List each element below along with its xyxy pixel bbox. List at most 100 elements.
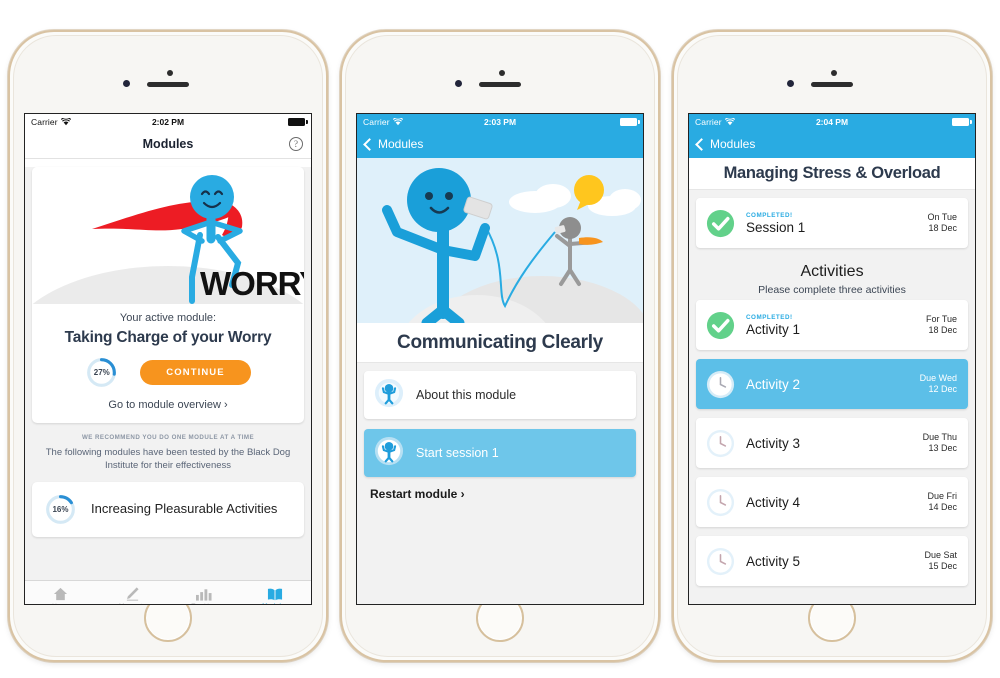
nav-bar-1: Modules ? — [25, 130, 311, 159]
tab-tracking[interactable]: Tracking — [168, 586, 240, 605]
modules-list-body: WORRY Your active module: Taking Charge … — [25, 167, 312, 605]
clock-icon — [705, 546, 736, 577]
activity-row[interactable]: Activity 3 Due Thu 13 Dec — [696, 418, 968, 468]
continue-button[interactable]: CONTINUE — [140, 360, 251, 385]
module-title-bar: Managing Stress & Overload — [689, 158, 975, 190]
chevron-left-icon[interactable] — [695, 137, 708, 151]
recommendation-note: WE RECOMMEND YOU DO ONE MODULE AT A TIME — [81, 434, 255, 441]
activity-texts: Activity 4 — [746, 495, 927, 510]
earpiece-speaker-1 — [147, 82, 189, 87]
activity-due-line1: Due Wed — [919, 372, 957, 383]
start-session-label: Start session 1 — [416, 446, 499, 460]
pencil-icon — [125, 586, 140, 601]
activity-row[interactable]: Activity 2 Due Wed 12 Dec — [696, 359, 968, 409]
about-module-row[interactable]: About this module — [364, 371, 636, 419]
activity-due: Due Wed 12 Dec — [920, 373, 957, 396]
activity-texts: Activity 2 — [746, 377, 920, 392]
illustration-svg — [357, 158, 643, 323]
module-actions-body: About this module Start session 1 Restar… — [357, 363, 643, 604]
screen-1: Carrier 2:02 PM Modules ? WORR Your acti… — [24, 113, 312, 605]
back-button-label[interactable]: Modules — [710, 137, 755, 151]
earpiece-speaker-2 — [479, 82, 521, 87]
help-circle-icon[interactable]: ? — [289, 137, 303, 151]
activity-row[interactable]: Activity 5 Due Sat 15 Dec — [696, 536, 968, 586]
activity-name: Activity 2 — [746, 376, 801, 392]
activities-header: Activities Please complete three activit… — [689, 257, 975, 300]
start-session-row[interactable]: Start session 1 — [364, 429, 636, 477]
tab-label: Tracking — [191, 603, 216, 605]
screen-2: Carrier 2:03 PM Modules Communicating Cl… — [356, 113, 644, 605]
activity-due-line2: 12 Dec — [928, 384, 957, 394]
session-name: Session 1 — [746, 219, 806, 235]
session-row[interactable]: COMPLETED! Session 1 On Tue 18 Dec — [696, 198, 968, 248]
tab-label: Moments — [119, 603, 146, 605]
earpiece-speaker-3 — [811, 82, 853, 87]
home-icon — [53, 586, 68, 601]
activity-due: Due Thu 13 Dec — [923, 432, 957, 455]
check-circle-icon — [705, 208, 736, 239]
battery-icon — [288, 118, 308, 126]
status-right-2 — [620, 118, 640, 126]
book-icon — [267, 586, 283, 601]
carrier-label: Carrier — [31, 117, 58, 127]
progress-ring-module: 16% — [44, 493, 77, 526]
active-module-card[interactable]: WORRY Your active module: Taking Charge … — [32, 167, 304, 423]
nav-bar-2[interactable]: Modules — [357, 130, 643, 158]
proximity-sensor-2 — [455, 80, 462, 87]
person-waving-icon — [374, 436, 404, 471]
activity-due-line1: Due Fri — [927, 490, 957, 501]
tab-label: Modules — [262, 603, 288, 605]
module-list-item[interactable]: 16% Increasing Pleasurable Activities — [32, 481, 304, 537]
activity-due-line2: 13 Dec — [928, 443, 957, 453]
front-camera-2 — [499, 70, 505, 76]
activity-due: For Tue 18 Dec — [926, 314, 957, 337]
activity-name: Activity 1 — [746, 321, 801, 337]
status-bar-3: Carrier 2:04 PM — [689, 114, 975, 130]
carrier-label: Carrier — [695, 117, 722, 127]
activity-status: COMPLETED! — [746, 313, 793, 321]
clock-icon — [705, 428, 736, 459]
status-left-2: Carrier — [363, 117, 403, 127]
activity-due: Due Fri 14 Dec — [927, 491, 957, 514]
activity-due-line1: Due Sat — [924, 549, 957, 560]
back-button-label[interactable]: Modules — [378, 137, 423, 151]
phone-device-1: Carrier 2:02 PM Modules ? WORR Your acti… — [8, 30, 328, 662]
module-overview-link[interactable]: Go to module overview › — [42, 399, 294, 411]
active-module-actions: 27% CONTINUE — [42, 356, 294, 389]
nav-bar-3[interactable]: Modules — [689, 130, 975, 158]
phone-device-2: Carrier 2:03 PM Modules Communicating Cl… — [340, 30, 660, 662]
activity-row[interactable]: COMPLETED! Activity 1 For Tue 18 Dec — [696, 300, 968, 350]
restart-module-link[interactable]: Restart module › — [370, 487, 643, 501]
activity-due-line2: 18 Dec — [928, 325, 957, 335]
progress-percent: 16% — [52, 504, 69, 514]
bar-chart-icon — [195, 586, 212, 601]
activity-name: Activity 5 — [746, 553, 801, 569]
wifi-icon — [60, 118, 71, 126]
tab-modules[interactable]: Modules — [240, 586, 312, 605]
status-time: 2:04 PM — [815, 117, 849, 127]
activity-row[interactable]: Activity 4 Due Fri 14 Dec — [696, 477, 968, 527]
tab-home[interactable]: Home — [25, 586, 97, 604]
status-bar-2: Carrier 2:03 PM — [357, 114, 643, 130]
active-module-label: Your active module: — [119, 312, 217, 324]
activity-texts: COMPLETED! Activity 1 — [746, 314, 926, 337]
clock-icon — [705, 487, 736, 518]
session-due-line2: 18 Dec — [928, 223, 957, 233]
module-title: Managing Stress & Overload — [723, 164, 941, 182]
tab-bar: Home Moments Tracking — [25, 580, 312, 605]
activity-texts: Activity 3 — [746, 436, 923, 451]
activity-name: Activity 3 — [746, 435, 801, 451]
tab-moments[interactable]: Moments — [97, 586, 169, 605]
chevron-left-icon[interactable] — [363, 137, 376, 151]
activity-due-line2: 14 Dec — [928, 502, 957, 512]
front-camera-3 — [831, 70, 837, 76]
session-due: On Tue 18 Dec — [927, 212, 957, 235]
svg-text:WORRY: WORRY — [200, 265, 304, 302]
status-time: 2:03 PM — [483, 117, 517, 127]
about-module-label: About this module — [416, 388, 517, 402]
session-status: COMPLETED! — [746, 211, 793, 219]
progress-percent: 27% — [93, 368, 110, 377]
wifi-icon — [724, 118, 735, 126]
status-right-1 — [288, 118, 308, 126]
session-activities-body: COMPLETED! Session 1 On Tue 18 Dec Activ… — [689, 190, 975, 604]
